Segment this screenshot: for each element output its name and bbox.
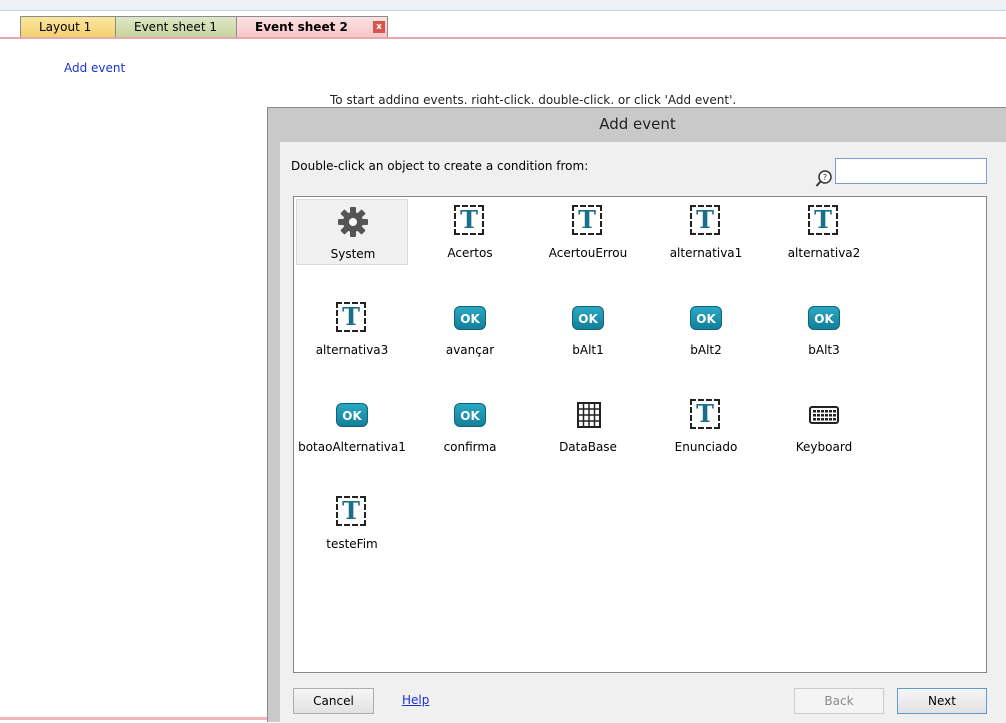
button-object-icon: OK [572, 302, 604, 334]
object-item[interactable]: T Acertos [414, 199, 526, 265]
instruction-label: Double-click an object to create a condi… [291, 159, 589, 173]
object-item[interactable]: OK bAlt2 [650, 296, 762, 362]
object-label: confirma [443, 440, 497, 454]
object-item[interactable]: OK bAlt3 [768, 296, 880, 362]
gear-icon [337, 206, 369, 238]
text-object-icon: T [572, 205, 604, 237]
button-object-icon: OK [690, 302, 722, 334]
add-event-link[interactable]: Add event [64, 61, 125, 75]
object-label: DataBase [559, 440, 617, 454]
tab-event-sheet-1[interactable]: Event sheet 1 [115, 16, 243, 38]
close-tab-icon[interactable]: x [373, 21, 385, 33]
tab-label: Event sheet 2 [255, 20, 348, 34]
back-button[interactable]: Back [794, 688, 884, 714]
object-label: bAlt2 [690, 343, 722, 357]
button-object-icon: OK [454, 302, 486, 334]
object-item[interactable]: OK botaoAlternativa1 [296, 393, 408, 459]
object-item[interactable]: Talternativa1 [650, 199, 762, 265]
button-object-icon: OK [454, 399, 486, 431]
dialog-title: Add event [599, 115, 676, 133]
object-label: Enunciado [674, 440, 738, 454]
sheet-bottom-border [0, 717, 280, 720]
object-label: alternativa3 [315, 343, 389, 357]
object-item[interactable]: Talternativa3 [296, 296, 408, 362]
tab-underline [0, 37, 1006, 39]
text-object-icon: T [690, 205, 722, 237]
text-object-icon: T [454, 205, 486, 237]
object-label: bAlt1 [572, 343, 604, 357]
object-label: avançar [445, 343, 495, 357]
search-input[interactable] [835, 158, 987, 184]
button-object-icon: OK [336, 399, 368, 431]
object-label: alternativa1 [669, 246, 743, 260]
object-label: bAlt3 [808, 343, 840, 357]
object-item[interactable]: TtesteFim [296, 490, 408, 556]
text-object-icon: T [808, 205, 840, 237]
tab-layout-1[interactable]: Layout 1 [20, 16, 128, 38]
object-item[interactable]: Keyboard [768, 393, 880, 459]
object-item[interactable]: System [296, 199, 408, 265]
search-help-icon[interactable]: ? [815, 170, 833, 188]
object-label: Keyboard [795, 440, 853, 454]
text-object-icon: T [690, 399, 722, 431]
text-object-icon: T [336, 302, 368, 334]
tab-event-sheet-2[interactable]: Event sheet 2 x [236, 16, 388, 39]
object-label: Acertos [447, 246, 493, 260]
object-label: alternativa2 [787, 246, 861, 260]
object-item[interactable]: T AcertouErrou [532, 199, 644, 265]
object-item[interactable]: T Enunciado [650, 393, 762, 459]
object-item[interactable]: OK bAlt1 [532, 296, 644, 362]
tab-label: Layout 1 [39, 20, 92, 34]
object-item[interactable]: OK avançar [414, 296, 526, 362]
help-link[interactable]: Help [402, 693, 429, 707]
dialog-body: Double-click an object to create a condi… [280, 142, 1006, 723]
object-label: System [330, 247, 376, 261]
text-object-icon: T [336, 496, 368, 528]
object-label: AcertouErrou [548, 246, 628, 260]
add-event-dialog: Add event Double-click an object to crea… [267, 107, 1006, 723]
object-item[interactable]: OK confirma [414, 393, 526, 459]
svg-text:?: ? [823, 173, 827, 182]
object-item[interactable]: Talternativa2 [768, 199, 880, 265]
object-label: testeFim [326, 537, 378, 551]
cancel-button[interactable]: Cancel [293, 688, 374, 714]
button-object-icon: OK [808, 302, 840, 334]
empty-sheet-hint: To start adding events, right-click, dou… [330, 93, 737, 104]
object-item[interactable]: DataBase [532, 393, 644, 459]
object-list: System T Acertos T AcertouErrou Talternativa1… [293, 196, 987, 673]
object-label: botaoAlternativa1 [298, 440, 406, 454]
next-button[interactable]: Next [897, 688, 987, 714]
grid-icon [572, 399, 604, 431]
tab-label: Event sheet 1 [134, 20, 217, 34]
keyboard-icon [808, 399, 840, 431]
